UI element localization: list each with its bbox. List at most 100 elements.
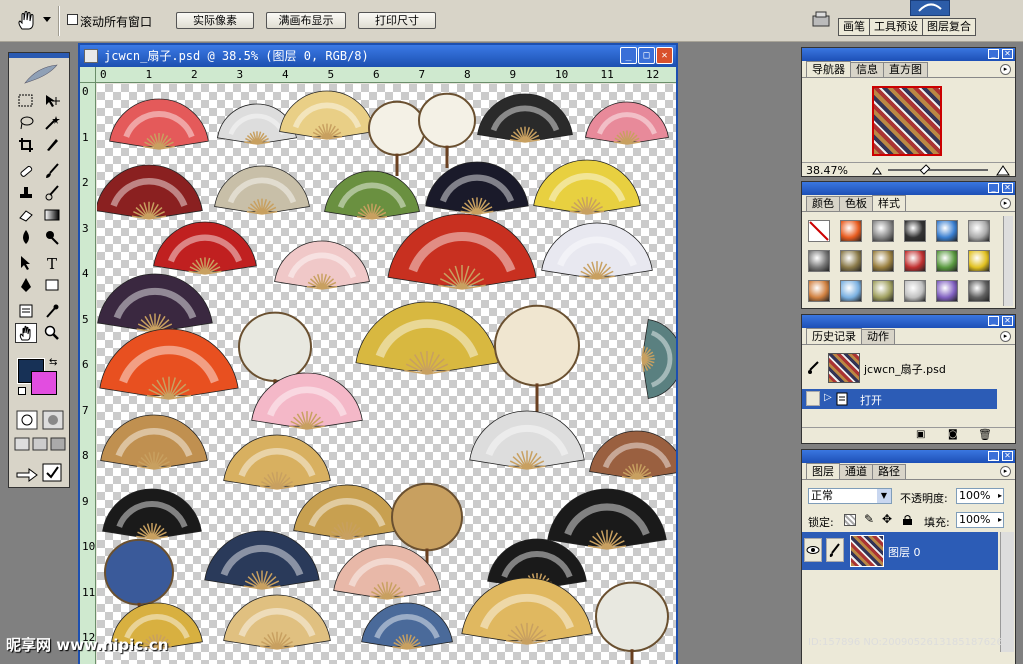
layers-scrollbar[interactable] bbox=[1000, 532, 1014, 652]
fullscreen-icon[interactable] bbox=[50, 437, 66, 451]
history-titlebar[interactable]: _ ✕ bbox=[802, 315, 1015, 328]
layer-name[interactable]: 图层 0 bbox=[888, 544, 921, 560]
lasso-tool-icon[interactable] bbox=[15, 113, 37, 133]
maximize-button[interactable]: □ bbox=[638, 47, 655, 64]
style-swatch[interactable] bbox=[968, 220, 990, 242]
lock-all-icon[interactable] bbox=[902, 514, 913, 526]
lock-pixels-icon[interactable]: ✎ bbox=[864, 512, 874, 526]
tab-tool-presets[interactable]: 工具预设 bbox=[869, 18, 923, 36]
style-swatch[interactable] bbox=[904, 280, 926, 302]
layer-visibility-icon[interactable] bbox=[804, 538, 822, 562]
new-snapshot-icon[interactable]: ◙ bbox=[948, 429, 958, 440]
layers-titlebar[interactable]: _ ✕ bbox=[802, 450, 1015, 463]
layer-row-layer0[interactable]: 图层 0 bbox=[802, 532, 998, 570]
zoom-in-icon[interactable] bbox=[996, 164, 1010, 176]
style-swatch[interactable] bbox=[808, 250, 830, 272]
style-swatch[interactable] bbox=[968, 280, 990, 302]
crop-tool-icon[interactable] bbox=[15, 135, 37, 155]
panel-menu-icon[interactable]: ▸ bbox=[1000, 331, 1011, 342]
tool-preset-dropdown[interactable] bbox=[43, 17, 51, 22]
rectangle-tool-icon[interactable] bbox=[41, 275, 63, 295]
style-swatch[interactable] bbox=[936, 250, 958, 272]
tab-histogram[interactable]: 直方图 bbox=[883, 62, 928, 77]
tab-layer-comps[interactable]: 图层复合 bbox=[922, 18, 976, 36]
slice-tool-icon[interactable] bbox=[41, 135, 63, 155]
navigator-titlebar[interactable]: _ ✕ bbox=[802, 48, 1015, 61]
tab-paths[interactable]: 路径 bbox=[872, 464, 906, 479]
zoom-value[interactable]: 38.47% bbox=[806, 164, 848, 177]
magic-wand-tool-icon[interactable] bbox=[41, 113, 63, 133]
eraser-tool-icon[interactable] bbox=[15, 205, 37, 225]
trash-icon[interactable]: 🗑 bbox=[978, 428, 992, 441]
zoom-out-icon[interactable] bbox=[872, 165, 882, 175]
hand-tool-button[interactable] bbox=[15, 323, 37, 343]
style-swatch[interactable] bbox=[936, 220, 958, 242]
fullscreen-menu-icon[interactable] bbox=[32, 437, 48, 451]
jump-to-icon[interactable] bbox=[16, 468, 38, 482]
tab-color[interactable]: 颜色 bbox=[806, 196, 840, 211]
type-tool-icon[interactable]: T bbox=[41, 253, 63, 273]
vertical-ruler[interactable]: 0 1 2 3 4 5 6 7 8 9 10 11 12 bbox=[80, 83, 96, 664]
new-document-from-state-icon[interactable]: ▣ bbox=[916, 429, 925, 440]
path-selection-tool-icon[interactable] bbox=[15, 253, 37, 273]
tab-history[interactable]: 历史记录 bbox=[806, 328, 862, 344]
style-swatch[interactable] bbox=[968, 250, 990, 272]
dodge-tool-icon[interactable] bbox=[41, 227, 63, 247]
tab-navigator[interactable]: 导航器 bbox=[806, 61, 851, 77]
lock-transparency-icon[interactable] bbox=[844, 514, 856, 526]
tab-info[interactable]: 信息 bbox=[850, 62, 884, 77]
clone-stamp-tool-icon[interactable] bbox=[15, 183, 37, 203]
style-swatch[interactable] bbox=[872, 280, 894, 302]
history-state-arrow-icon[interactable]: ▷ bbox=[824, 392, 832, 403]
feather-logo-icon[interactable] bbox=[21, 61, 61, 87]
blur-tool-icon[interactable] bbox=[15, 227, 37, 247]
toolbox-titlebar[interactable] bbox=[9, 53, 69, 58]
gradient-tool-icon[interactable] bbox=[41, 205, 63, 225]
tab-channels[interactable]: 通道 bbox=[839, 464, 873, 479]
history-brush-tool-icon[interactable] bbox=[41, 183, 63, 203]
zoom-tool-icon[interactable] bbox=[41, 323, 63, 343]
minimize-button[interactable]: _ bbox=[620, 47, 637, 64]
fit-screen-button[interactable]: 满画布显示 bbox=[266, 12, 346, 29]
zoom-slider-thumb[interactable] bbox=[919, 164, 931, 175]
tab-styles[interactable]: 样式 bbox=[872, 195, 906, 211]
style-swatch[interactable] bbox=[808, 220, 830, 242]
history-brush-source-icon[interactable] bbox=[806, 361, 820, 375]
lock-position-icon[interactable]: ✥ bbox=[882, 512, 892, 526]
brush-tool-icon[interactable] bbox=[41, 161, 63, 181]
zoom-slider[interactable] bbox=[888, 169, 988, 171]
standard-screen-icon[interactable] bbox=[14, 437, 30, 451]
move-tool-icon[interactable] bbox=[41, 91, 63, 111]
print-size-button[interactable]: 打印尺寸 bbox=[358, 12, 436, 29]
document-titlebar[interactable]: jcwcn_扇子.psd @ 38.5% (图层 0, RGB/8) _ □ ✕ bbox=[80, 45, 676, 67]
style-swatch[interactable] bbox=[904, 250, 926, 272]
fill-input[interactable]: 100% ▸ bbox=[956, 512, 1004, 528]
layer-brush-link-icon[interactable] bbox=[826, 538, 844, 562]
panel-menu-icon[interactable]: ▸ bbox=[1000, 198, 1011, 209]
tab-swatches[interactable]: 色板 bbox=[839, 196, 873, 211]
background-color-swatch[interactable] bbox=[31, 371, 57, 395]
navigator-thumbnail[interactable] bbox=[872, 86, 942, 156]
close-button[interactable]: ✕ bbox=[656, 47, 673, 64]
style-swatch[interactable] bbox=[872, 250, 894, 272]
standard-mode-icon[interactable] bbox=[16, 410, 38, 430]
layer-thumbnail[interactable] bbox=[850, 535, 884, 567]
notes-tool-icon[interactable] bbox=[15, 301, 37, 321]
tab-brushes[interactable]: 画笔 bbox=[838, 18, 870, 36]
default-colors-icon[interactable] bbox=[18, 387, 26, 395]
opacity-input[interactable]: 100% ▸ bbox=[956, 488, 1004, 504]
style-swatch[interactable] bbox=[840, 280, 862, 302]
healing-brush-tool-icon[interactable] bbox=[15, 161, 37, 181]
actual-pixels-button[interactable]: 实际像素 bbox=[176, 12, 254, 29]
tab-actions[interactable]: 动作 bbox=[861, 329, 895, 344]
style-swatch[interactable] bbox=[840, 250, 862, 272]
blend-mode-select[interactable]: 正常 ▼ bbox=[808, 488, 892, 504]
tab-layers[interactable]: 图层 bbox=[806, 463, 840, 479]
history-step-open[interactable]: ▷ 打开 bbox=[802, 389, 997, 409]
history-snapshot-row[interactable]: jcwcn_扇子.psd bbox=[802, 351, 997, 387]
pen-tool-icon[interactable] bbox=[15, 275, 37, 295]
marquee-tool-icon[interactable] bbox=[15, 91, 37, 111]
image-canvas[interactable] bbox=[97, 84, 676, 664]
style-swatch[interactable] bbox=[904, 220, 926, 242]
styles-titlebar[interactable]: _ ✕ bbox=[802, 182, 1015, 195]
